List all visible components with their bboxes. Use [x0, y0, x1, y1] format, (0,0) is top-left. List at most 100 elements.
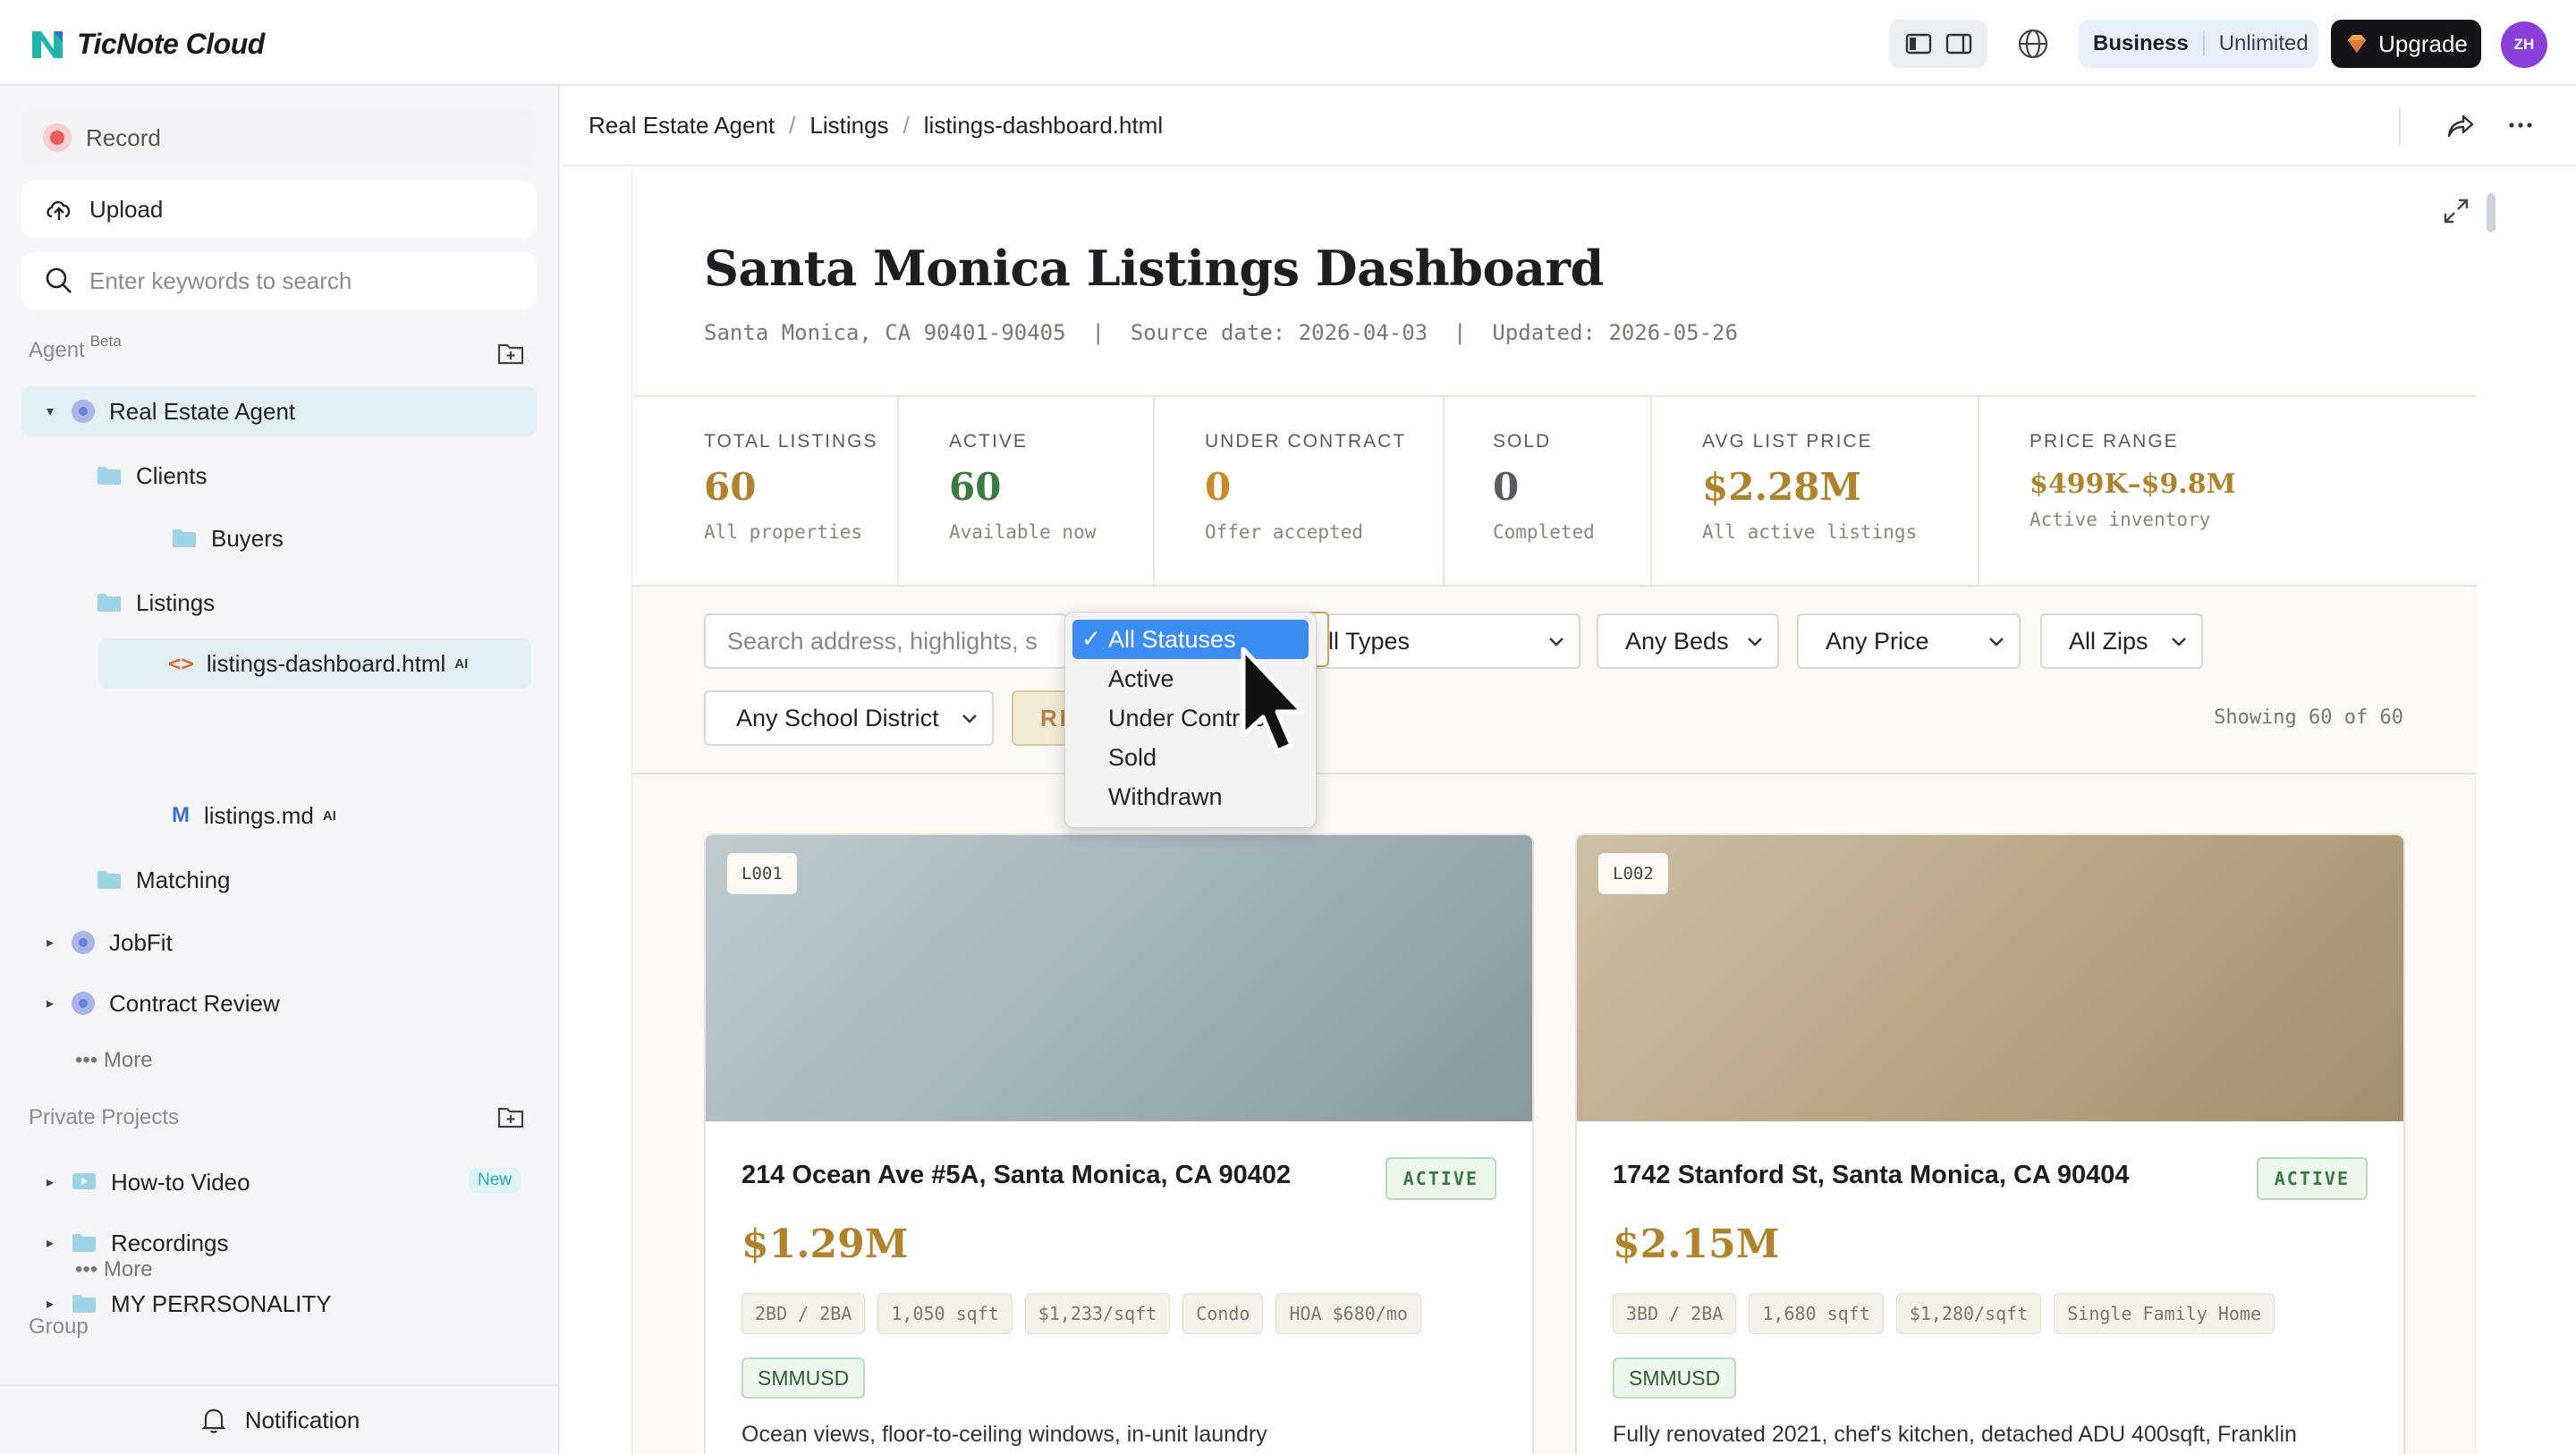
cloud-upload-icon — [47, 200, 71, 220]
tree-label: Listings — [136, 588, 216, 616]
tree-label: Buyers — [211, 524, 284, 552]
stat-sub: Available now — [949, 521, 1097, 543]
listing-photo[interactable] — [706, 835, 1532, 1121]
stat-label: Avg List Price — [1702, 431, 1873, 452]
plan-name: Business — [2079, 31, 2205, 56]
listing-tag: 3BD / 2BA — [1613, 1293, 1737, 1334]
caret-right-icon[interactable]: ▸ — [41, 1295, 59, 1313]
checkmark-icon: ✓ — [1081, 625, 1101, 652]
listing-card[interactable]: L002 1742 Stanford St, Santa Monica, CA … — [1575, 833, 2405, 1454]
tree-item-howto-video[interactable]: ▸ How-to Video — [41, 1157, 250, 1207]
more-dots-icon: ••• — [75, 1257, 98, 1281]
listing-address[interactable]: 1742 Stanford St, Santa Monica, CA 90404 — [1613, 1161, 2130, 1190]
ticnote-logo-icon — [32, 31, 63, 58]
user-avatar[interactable]: ZH — [2501, 21, 2547, 68]
agent-icon — [72, 992, 95, 1015]
agent-icon — [72, 931, 95, 954]
caret-right-icon[interactable]: ▸ — [41, 994, 59, 1012]
chevron-down-icon — [2172, 638, 2186, 647]
tree-label: Real Estate Agent — [109, 397, 296, 425]
stat-sub: Offer accepted — [1205, 521, 1364, 543]
listing-tag: Condo — [1182, 1293, 1264, 1334]
share-icon[interactable] — [2444, 109, 2478, 143]
caret-right-icon[interactable]: ▸ — [41, 1173, 59, 1191]
listing-address[interactable]: 214 Ocean Ave #5A, Santa Monica, CA 9040… — [741, 1161, 1291, 1190]
listing-description: Ocean views, floor-to-ceiling windows, i… — [741, 1422, 1267, 1447]
beds-select[interactable]: Any Beds — [1597, 613, 1779, 669]
tree-item-listings[interactable]: Listings — [97, 578, 215, 628]
record-label: Record — [86, 123, 161, 151]
tree-item-jobfit[interactable]: ▸ JobFit — [41, 917, 173, 968]
bell-icon — [201, 1408, 226, 1433]
caret-right-icon[interactable]: ▸ — [41, 1234, 59, 1252]
tree-item-buyers[interactable]: Buyers — [172, 513, 284, 563]
group-section-label: Group — [29, 1315, 89, 1339]
listing-tag: Single Family Home — [2054, 1293, 2275, 1334]
price-select[interactable]: Any Price — [1797, 613, 2021, 669]
projects-more-link[interactable]: ••• More — [75, 1257, 153, 1282]
listing-tag: $1,233/sqft — [1024, 1293, 1171, 1334]
listing-tag: 2BD / 2BA — [741, 1293, 866, 1334]
tree-item-real-estate-agent[interactable]: ▾ Real Estate Agent — [21, 386, 537, 436]
tree-item-listings-md[interactable]: M listings.md AI — [172, 790, 336, 841]
stat-label: Sold — [1493, 431, 1552, 452]
globe-icon[interactable] — [2016, 27, 2050, 61]
listings-dashboard: Santa Monica Listings Dashboard Santa Mo… — [631, 168, 2477, 1454]
sidebar-left-icon[interactable] — [1904, 30, 1933, 58]
tree-label: MY PERRSONALITY — [111, 1289, 332, 1317]
notification-button[interactable]: Notification — [0, 1384, 558, 1454]
search-placeholder: Search address, highlights, s — [727, 627, 1038, 655]
caret-down-icon[interactable]: ▾ — [41, 402, 59, 420]
toolbar-divider — [2399, 107, 2401, 145]
app-logo[interactable]: TicNote Cloud — [27, 21, 265, 66]
upload-label: Upload — [89, 195, 164, 223]
record-button[interactable]: Record — [21, 109, 537, 166]
tree-label: Recordings — [111, 1229, 229, 1256]
more-dots-icon: ••• — [75, 1048, 98, 1072]
layout-toggle[interactable] — [1889, 20, 1987, 68]
sidebar-search-input[interactable]: Enter keywords to search — [21, 252, 537, 309]
listing-description: Fully renovated 2021, chef's kitchen, de… — [1613, 1422, 2297, 1447]
plan-badge[interactable]: Business Unlimited — [2079, 20, 2318, 68]
add-project-folder-icon[interactable] — [496, 1102, 526, 1132]
upload-button[interactable]: Upload — [21, 181, 537, 238]
breadcrumb-item[interactable]: Real Estate Agent — [589, 112, 775, 139]
option-label: Active — [1108, 664, 1174, 692]
breadcrumb-item[interactable]: Listings — [809, 112, 888, 139]
stat-value: 60 — [949, 465, 1002, 509]
listing-photo[interactable] — [1577, 835, 2403, 1121]
add-agent-folder-icon[interactable] — [496, 338, 526, 368]
stat-value: 0 — [1493, 465, 1520, 509]
listing-tag: 1,680 sqft — [1749, 1293, 1884, 1334]
chevron-down-icon — [962, 714, 977, 723]
upgrade-button[interactable]: Upgrade — [2331, 20, 2481, 68]
chevron-down-icon — [1989, 638, 2004, 647]
agents-more-link[interactable]: ••• More — [75, 1048, 153, 1073]
option-label: All Statuses — [1108, 625, 1236, 653]
tree-item-clients[interactable]: Clients — [97, 451, 207, 501]
stats-row: Total Listings 60 All properties Active … — [632, 397, 2477, 587]
listing-card[interactable]: L001 214 Ocean Ave #5A, Santa Monica, CA… — [704, 833, 1534, 1454]
expand-icon[interactable] — [2440, 195, 2472, 227]
breadcrumb-separator: / — [902, 111, 910, 139]
tree-item-listings-dashboard[interactable]: <> listings-dashboard.html AI — [98, 638, 531, 689]
zip-select[interactable]: All Zips — [2040, 613, 2203, 669]
select-value: Any School District — [736, 704, 939, 731]
listing-price: $1.29M — [741, 1222, 909, 1267]
sidebar-right-icon[interactable] — [1945, 30, 1973, 58]
caret-right-icon[interactable]: ▸ — [41, 934, 59, 951]
gem-icon — [2348, 35, 2367, 53]
scrollbar-thumb[interactable] — [2487, 193, 2496, 232]
stat-sub: Active inventory — [2029, 509, 2211, 530]
select-value: Any Beds — [1625, 627, 1729, 655]
private-projects-label: Private Projects — [29, 1105, 180, 1129]
status-option-withdrawn[interactable]: Withdrawn — [1072, 777, 1309, 816]
listing-search-input[interactable]: Search address, highlights, s — [704, 613, 1067, 669]
more-options-icon[interactable] — [2504, 109, 2537, 141]
upgrade-label: Upgrade — [2378, 30, 2468, 57]
stat-label: Price Range — [2029, 431, 2179, 452]
school-district-select[interactable]: Any School District — [704, 690, 994, 746]
tree-item-matching[interactable]: Matching — [97, 855, 231, 905]
tree-item-contract-review[interactable]: ▸ Contract Review — [41, 978, 280, 1028]
tree-label: Clients — [136, 461, 208, 489]
